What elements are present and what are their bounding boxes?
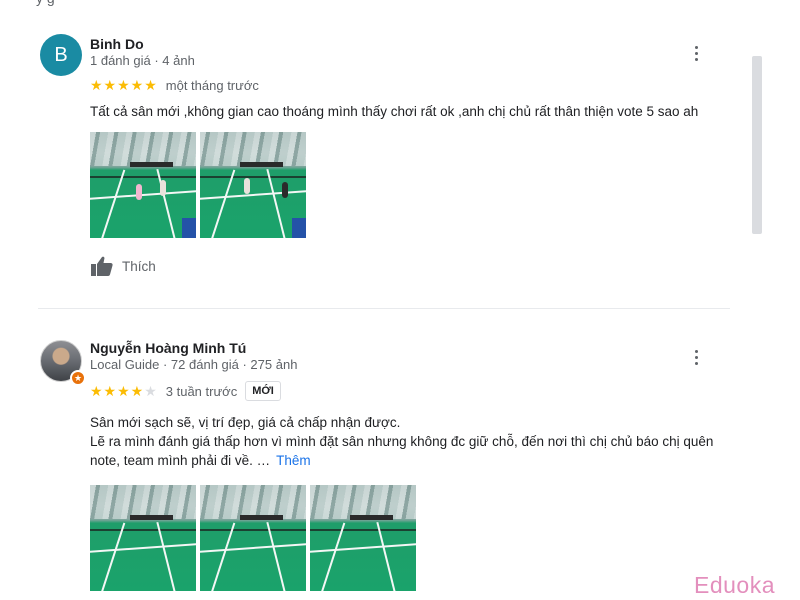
review-text-line: Tất cả sân mới ,không gian cao thoáng mì… — [90, 104, 699, 119]
star-rating: ★★★★★ — [90, 383, 158, 400]
avatar[interactable]: B — [40, 34, 82, 76]
stars-empty: ★ — [144, 382, 158, 399]
reviewer-name[interactable]: Binh Do — [90, 36, 144, 52]
review-photo[interactable] — [200, 485, 306, 591]
review-photos — [90, 485, 416, 591]
review-text-line: Lẽ ra mình đánh giá thấp hơn vì mình đặt… — [90, 434, 714, 449]
review-photo[interactable] — [90, 485, 196, 591]
review-photo[interactable] — [200, 132, 306, 238]
watermark: Eduoka — [694, 572, 776, 598]
stars-filled: ★★★★★ — [90, 77, 158, 93]
like-label: Thích — [122, 258, 156, 274]
rating-row: ★★★★★ một tháng trước — [90, 77, 259, 94]
rating-row: ★★★★★ 3 tuần trước MỚI — [90, 381, 281, 401]
reviewer-meta: 1 đánh giá · 4 ảnh — [90, 53, 195, 68]
reviewer-meta: Local Guide · 72 đánh giá · 275 ảnh — [90, 357, 298, 372]
top-cutoff-text: y g — [0, 0, 800, 6]
review-photo[interactable] — [310, 485, 416, 591]
more-vert-icon[interactable] — [686, 346, 706, 368]
review-photos — [90, 132, 306, 238]
review-text: Tất cả sân mới ,không gian cao thoáng mì… — [90, 102, 740, 121]
scrollbar[interactable] — [752, 56, 762, 234]
review-text-line: Sân mới sạch sẽ, vị trí đẹp, giá cả chấp… — [90, 415, 401, 430]
star-rating: ★★★★★ — [90, 77, 158, 94]
review-date: một tháng trước — [165, 78, 259, 93]
more-link[interactable]: Thêm — [276, 453, 311, 468]
more-vert-icon[interactable] — [686, 42, 706, 64]
like-button[interactable]: Thích — [90, 255, 156, 277]
thumb-up-icon — [91, 256, 113, 276]
review-text-tail: note, team mình phải đi về. … — [90, 453, 271, 468]
stars-filled: ★★★★ — [90, 382, 145, 399]
new-badge: MỚI — [245, 381, 281, 401]
review-photo[interactable] — [90, 132, 196, 238]
avatar[interactable]: ★ — [40, 340, 86, 386]
review-divider — [38, 308, 730, 309]
local-guide-badge-icon: ★ — [70, 370, 86, 386]
review-date: 3 tuần trước — [165, 383, 238, 399]
reviewer-name[interactable]: Nguyễn Hoàng Minh Tú — [90, 340, 246, 356]
top-cutoff-label: y g — [36, 0, 55, 6]
review-text-line: note, team mình phải đi về. … Thêm — [90, 451, 740, 470]
review-text: Sân mới sạch sẽ, vị trí đẹp, giá cả chấp… — [90, 413, 740, 470]
